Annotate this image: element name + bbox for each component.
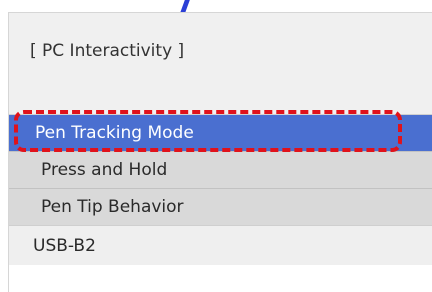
section-title: [ PC Interactivity ] — [30, 41, 185, 61]
menu-item-pen-tracking-mode[interactable]: Pen Tracking Mode — [9, 115, 432, 151]
section-header: [ PC Interactivity ] — [9, 13, 432, 115]
settings-screen: [ PC Interactivity ] Pen Tracking Mode P… — [0, 0, 432, 292]
menu-item-usb-b2[interactable]: USB-B2 — [9, 225, 432, 265]
menu-item-pen-tip-behavior[interactable]: Pen Tip Behavior — [9, 188, 432, 225]
menu-item-label: USB-B2 — [33, 236, 96, 256]
menu-item-label: Press and Hold — [41, 160, 168, 180]
menu-item-press-and-hold[interactable]: Press and Hold — [9, 151, 432, 188]
menu-item-label: Pen Tip Behavior — [41, 197, 184, 217]
settings-menu: [ PC Interactivity ] Pen Tracking Mode P… — [8, 12, 432, 292]
menu-item-label: Pen Tracking Mode — [35, 123, 194, 143]
